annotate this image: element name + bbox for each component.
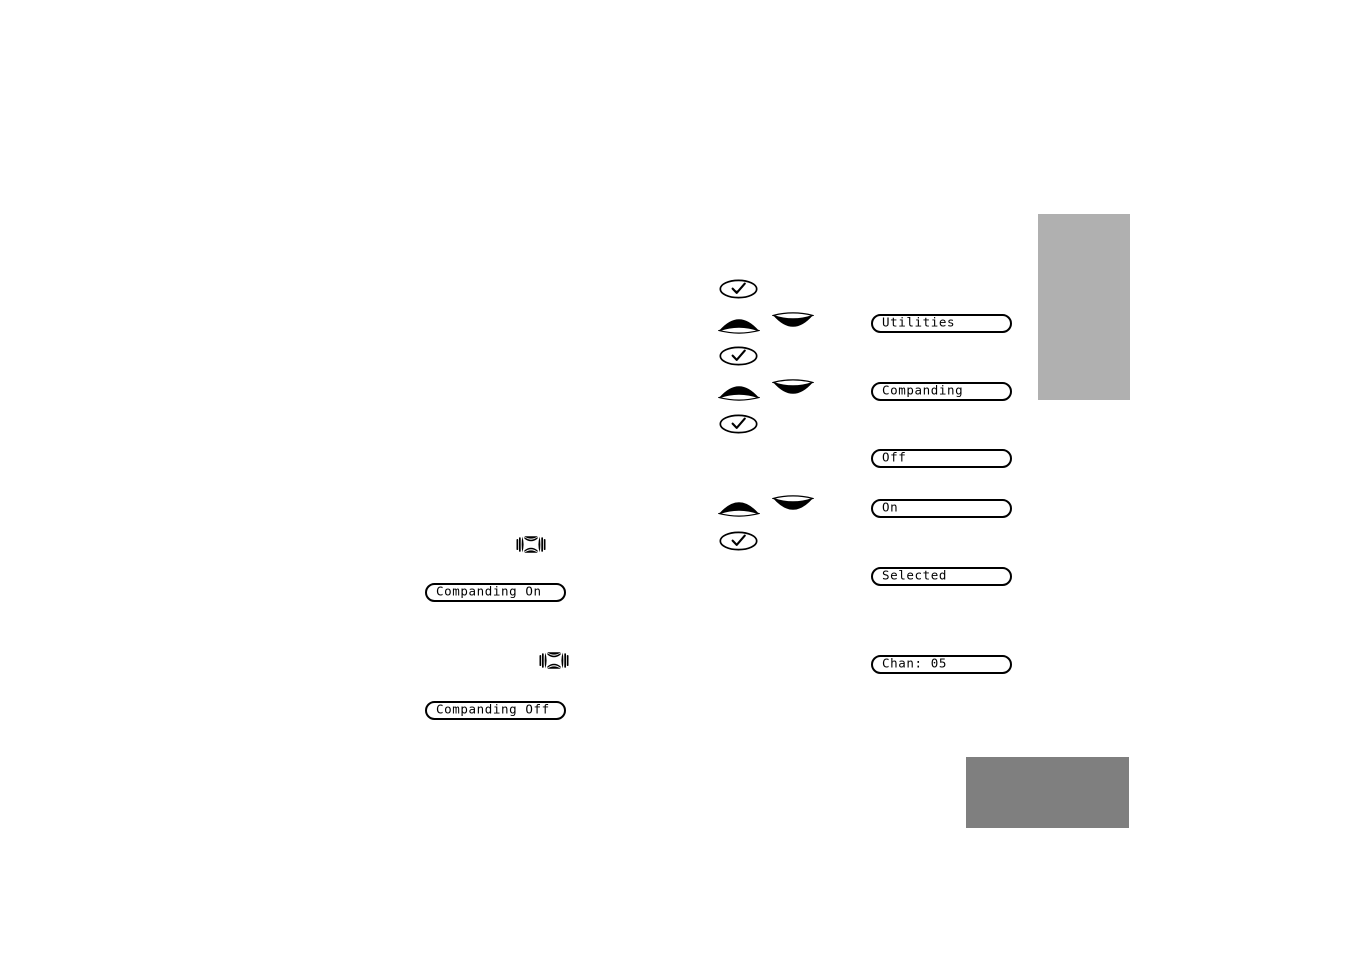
lcd-display-channel: Chan: 05	[871, 655, 1012, 674]
lcd-display-companding-off: Companding Off	[425, 701, 566, 720]
select-check-button[interactable]	[719, 414, 758, 434]
scroll-up-button[interactable]	[718, 494, 760, 518]
scroll-down-button[interactable]	[772, 378, 814, 402]
lcd-display-on: On	[871, 499, 1012, 518]
scroll-down-button[interactable]	[772, 494, 814, 518]
select-check-button[interactable]	[719, 279, 758, 299]
lcd-display-selected: Selected	[871, 567, 1012, 586]
scroll-down-button[interactable]	[772, 311, 814, 335]
lcd-text: Selected	[882, 567, 948, 583]
scroll-up-button[interactable]	[718, 311, 760, 335]
lcd-text: Chan: 05	[882, 655, 948, 671]
lcd-text: Companding	[882, 382, 964, 398]
select-check-button[interactable]	[719, 346, 758, 366]
page-margin-tab-bottom	[966, 757, 1129, 828]
manual-page: Companding On Companding Off Utilities C…	[0, 0, 1351, 954]
companding-toggle-icon[interactable]	[516, 534, 546, 555]
lcd-display-off: Off	[871, 449, 1012, 468]
lcd-text: Utilities	[882, 314, 956, 330]
select-check-button[interactable]	[719, 531, 758, 551]
lcd-display-utilities: Utilities	[871, 314, 1012, 333]
lcd-display-companding: Companding	[871, 382, 1012, 401]
lcd-display-companding-on: Companding On	[425, 583, 566, 602]
lcd-text: On	[882, 499, 899, 515]
lcd-text: Companding Off	[436, 701, 550, 717]
scroll-up-button[interactable]	[718, 378, 760, 402]
companding-toggle-icon[interactable]	[539, 650, 569, 671]
lcd-text: Off	[882, 449, 907, 465]
lcd-text: Companding On	[436, 583, 542, 599]
page-margin-tab-top	[1038, 214, 1130, 400]
